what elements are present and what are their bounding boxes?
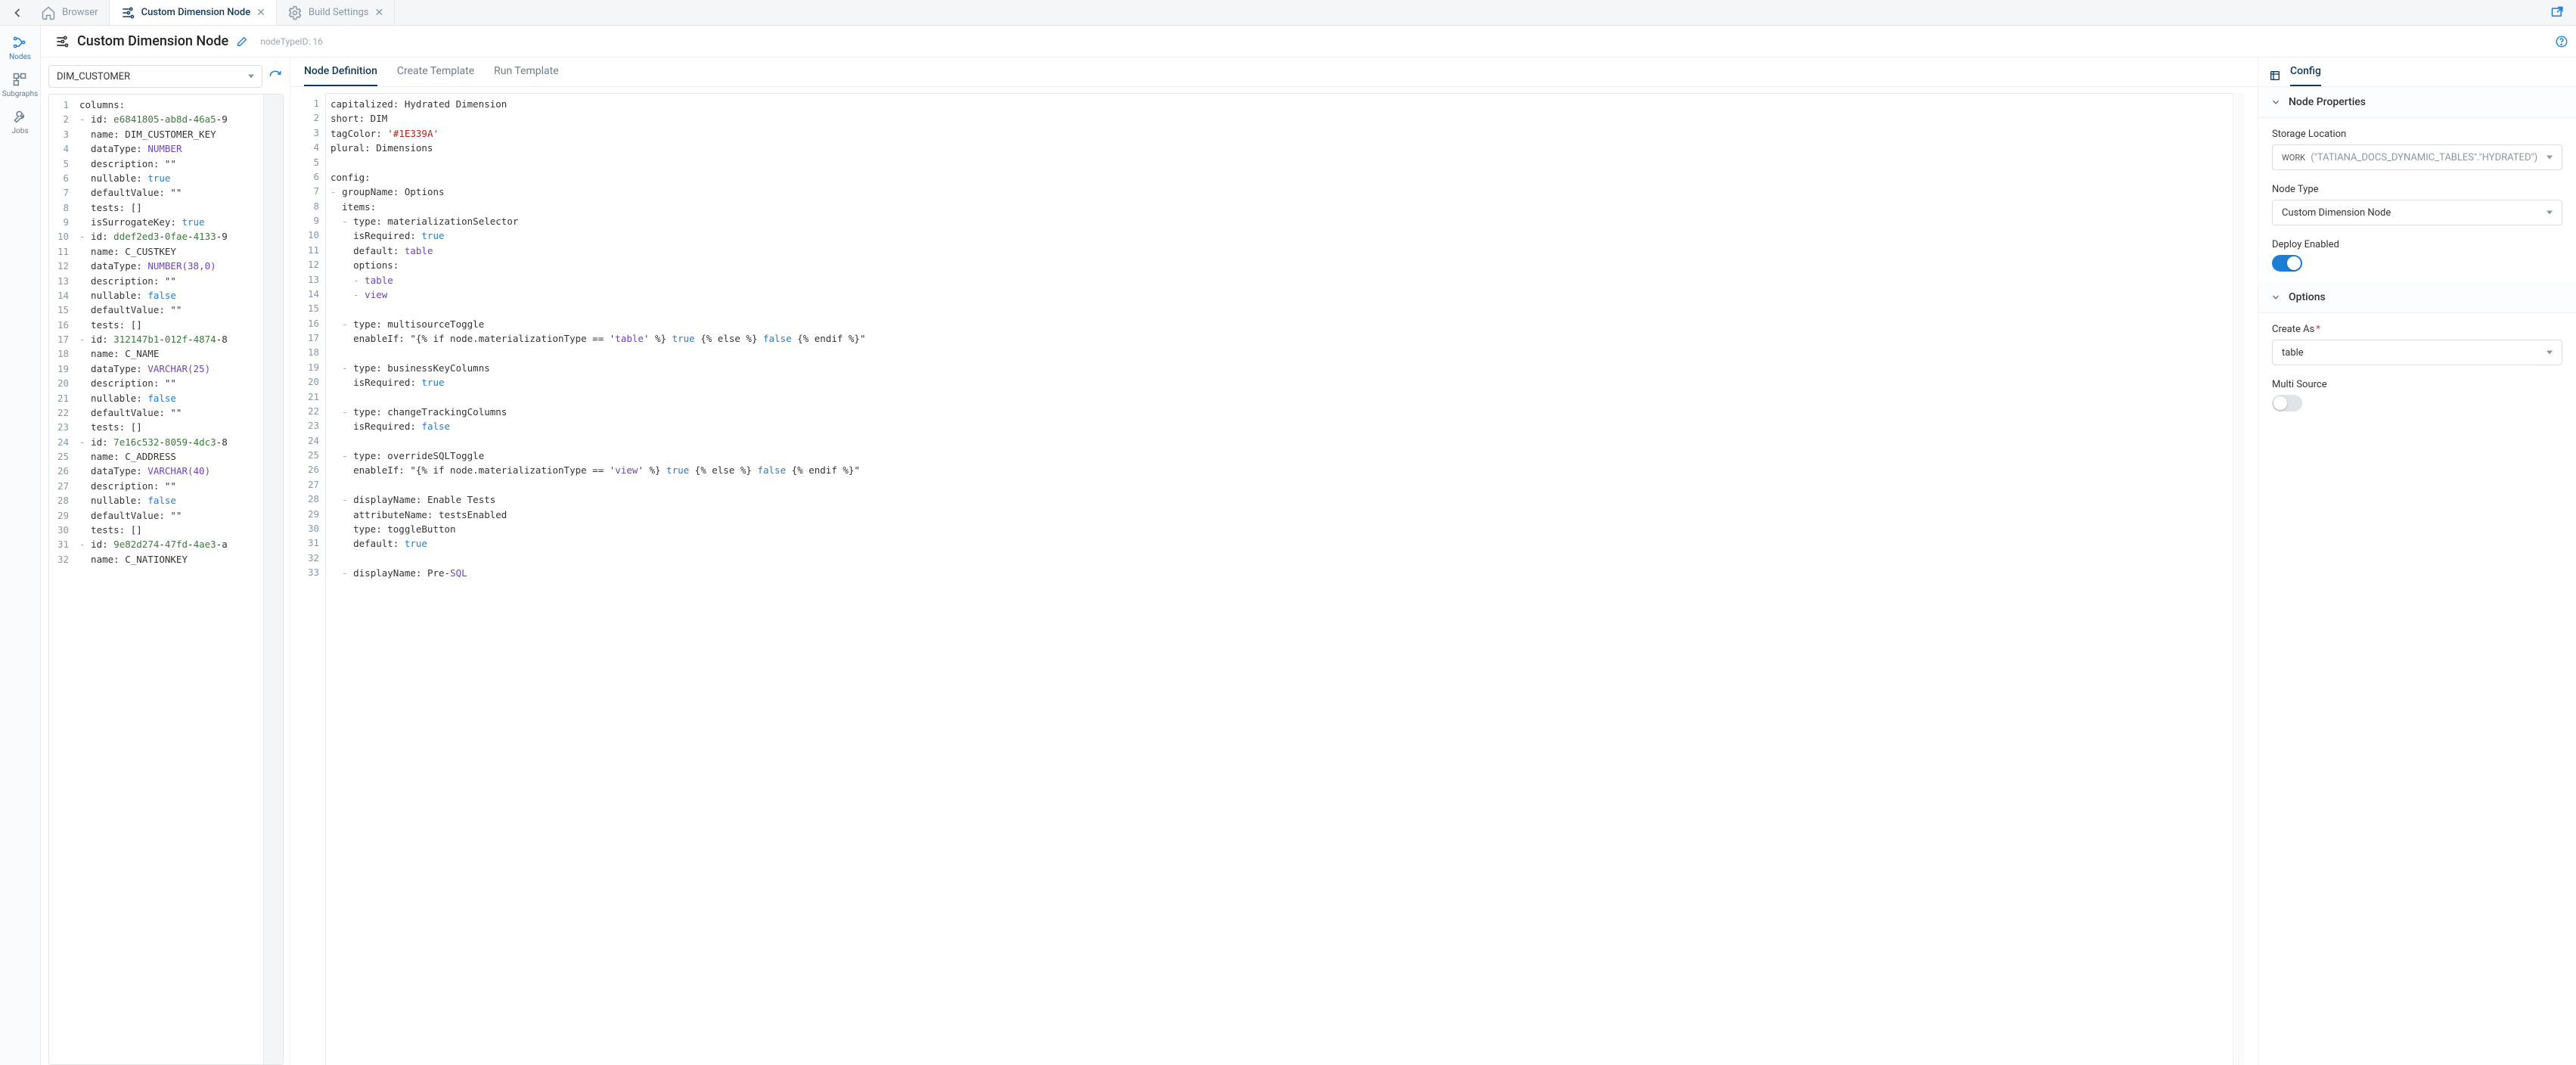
close-icon[interactable]: ✕ bbox=[256, 7, 265, 19]
top-tab-bar: Browser Custom Dimension Node ✕ Build Set… bbox=[0, 0, 2576, 26]
section-options[interactable]: Options bbox=[2258, 282, 2576, 313]
columns-yaml-editor[interactable]: 1234567891011121314151617181920212223242… bbox=[48, 94, 284, 1065]
node-type-select[interactable]: Custom Dimension Node bbox=[2272, 200, 2562, 225]
definition-panel: Node Definition Create Template Run Templa… bbox=[290, 57, 2258, 1065]
nav-label: Nodes bbox=[9, 53, 31, 61]
multi-source-toggle[interactable] bbox=[2272, 395, 2302, 411]
nav-label: Jobs bbox=[12, 127, 29, 135]
tab-build-settings[interactable]: Build Settings ✕ bbox=[277, 0, 395, 25]
label-storage-location: Storage Location bbox=[2272, 129, 2562, 140]
deploy-enabled-toggle[interactable] bbox=[2272, 255, 2302, 272]
tabs: Browser Custom Dimension Node ✕ Build Set… bbox=[30, 0, 395, 25]
node-select[interactable]: DIM_CUSTOMER bbox=[48, 65, 262, 88]
back-button[interactable] bbox=[5, 5, 30, 20]
close-icon[interactable]: ✕ bbox=[375, 7, 384, 19]
subtab-run-template[interactable]: Run Template bbox=[494, 65, 559, 86]
page-title: Custom Dimension Node bbox=[77, 33, 228, 49]
nav-jobs[interactable]: Jobs bbox=[12, 109, 29, 135]
section-node-properties[interactable]: Node Properties bbox=[2258, 87, 2576, 118]
minimap bbox=[263, 95, 283, 1064]
storage-location-select[interactable]: WORK ("TATIANA_DOCS_DYNAMIC_TABLES"."HYD… bbox=[2272, 144, 2562, 170]
tab-custom-dimension-node[interactable]: Custom Dimension Node ✕ bbox=[110, 0, 277, 25]
label-deploy-enabled: Deploy Enabled bbox=[2272, 239, 2562, 250]
help-icon[interactable] bbox=[2555, 35, 2568, 48]
refresh-icon[interactable] bbox=[268, 70, 284, 83]
subtab-create-template[interactable]: Create Template bbox=[397, 65, 474, 86]
gear-icon bbox=[287, 5, 303, 20]
sliders-icon bbox=[120, 5, 135, 20]
config-panel: Config Node Properties Storage Location bbox=[2258, 57, 2576, 1065]
wrench-icon bbox=[13, 109, 28, 124]
node-selector-panel: DIM_CUSTOMER 123456789101112131415161718… bbox=[41, 57, 290, 1065]
home-icon bbox=[41, 5, 56, 20]
open-external-icon[interactable] bbox=[2550, 5, 2565, 20]
label-multi-source: Multi Source bbox=[2272, 379, 2562, 390]
edit-title-icon[interactable] bbox=[236, 36, 248, 48]
tab-browser[interactable]: Browser bbox=[30, 0, 110, 25]
tab-label: Browser bbox=[62, 7, 98, 18]
subtab-node-definition[interactable]: Node Definition bbox=[304, 65, 377, 86]
create-as-select[interactable]: table bbox=[2272, 340, 2562, 365]
label-create-as: Create As* bbox=[2272, 324, 2562, 335]
tab-label: Custom Dimension Node bbox=[141, 7, 251, 18]
subgraph-icon bbox=[12, 72, 27, 87]
tab-config[interactable]: Config bbox=[2290, 65, 2321, 86]
chevron-down-icon bbox=[2270, 292, 2281, 303]
sliders-icon bbox=[54, 34, 70, 49]
node-type-id: nodeTypeID: 16 bbox=[260, 36, 323, 47]
definition-yaml-editor[interactable]: 1234567891011121314151617181920212223242… bbox=[299, 93, 2244, 1065]
tab-label: Build Settings bbox=[309, 7, 369, 18]
nodes-icon bbox=[12, 35, 27, 50]
nav-subgraphs[interactable]: Subgraphs bbox=[2, 72, 39, 98]
page-header: Custom Dimension Node nodeTypeID: 16 bbox=[41, 26, 2576, 57]
nav-label: Subgraphs bbox=[2, 90, 39, 98]
config-icon bbox=[2269, 70, 2281, 82]
left-nav-rail: Nodes Subgraphs Jobs bbox=[0, 26, 41, 1065]
chevron-down-icon bbox=[2270, 97, 2281, 107]
definition-tabs: Node Definition Create Template Run Templa… bbox=[290, 57, 2258, 87]
label-node-type: Node Type bbox=[2272, 184, 2562, 195]
nav-nodes[interactable]: Nodes bbox=[9, 35, 31, 61]
